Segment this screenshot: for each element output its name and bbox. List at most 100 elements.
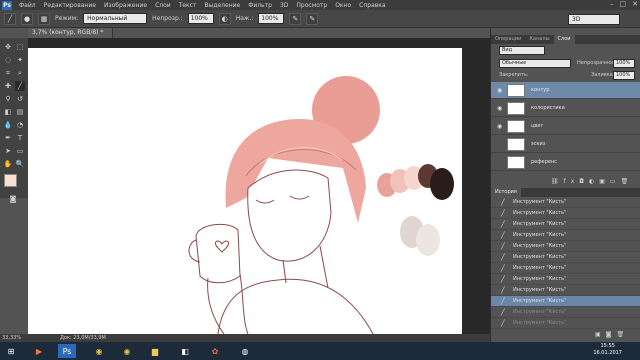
layers-footer-icons[interactable]: ⛓fx◘◐▣▭🗑 xyxy=(551,178,633,185)
eraser-tool-icon[interactable]: ◧ xyxy=(3,107,13,117)
layer-thumbnail xyxy=(507,156,525,169)
shape-tool-icon[interactable]: ▭ xyxy=(15,146,25,156)
history-item[interactable]: ╱ Инструмент "Кисть" xyxy=(491,296,640,307)
history-item[interactable]: ╱ Инструмент "Кисть" xyxy=(491,318,640,329)
layer-opacity-field[interactable]: 100% xyxy=(613,59,635,68)
brush-tool-preset-icon[interactable]: ╱ xyxy=(4,12,16,25)
layer-row[interactable]: референс xyxy=(491,154,640,171)
hand-tool-icon[interactable]: ✋ xyxy=(3,159,13,169)
history-item[interactable]: ╱ Инструмент "Кисть" xyxy=(491,307,640,318)
media-icon[interactable]: ◧ xyxy=(176,344,194,358)
start-button-icon[interactable]: ⊞ xyxy=(2,344,20,358)
tab-channels[interactable]: Каналы xyxy=(525,35,553,44)
gradient-tool-icon[interactable]: ▤ xyxy=(15,107,25,117)
history-brush-icon[interactable]: ↺ xyxy=(15,94,25,104)
workspace-select[interactable]: 3D xyxy=(568,14,620,25)
fill-field[interactable]: 100% xyxy=(613,71,635,80)
status-bar: 33,33% Док: 23,0М/33,9М xyxy=(0,334,490,342)
maximize-button[interactable]: □ xyxy=(620,0,627,8)
opacity-pressure-icon[interactable]: ◐ xyxy=(218,12,231,25)
layer-row[interactable]: ◉ цвет xyxy=(491,118,640,135)
chrome-icon[interactable]: ◉ xyxy=(118,344,136,358)
layer-row[interactable]: ◉ контур xyxy=(491,82,640,99)
pressure-field[interactable]: 100% xyxy=(258,13,285,24)
menu-bar: Ps Файл Редактирование Изображение Слои … xyxy=(0,0,640,10)
tab-operations[interactable]: Операции xyxy=(491,35,525,44)
menu-help[interactable]: Справка xyxy=(355,2,389,9)
clock[interactable]: 15:55 16.01.2017 xyxy=(593,343,622,357)
history-item[interactable]: ╱ Инструмент "Кисть" xyxy=(491,208,640,219)
move-tool-icon[interactable]: ✥ xyxy=(3,42,13,52)
type-tool-icon[interactable]: T xyxy=(15,133,25,143)
minimize-button[interactable]: – xyxy=(610,0,614,8)
tab-layers[interactable]: Слои xyxy=(553,35,575,44)
pen-tool-icon[interactable]: ✒ xyxy=(3,133,13,143)
menu-3d[interactable]: 3D xyxy=(276,2,292,9)
dodge-tool-icon[interactable]: ◔ xyxy=(15,120,25,130)
history-item-label: Инструмент "Кисть" xyxy=(513,309,567,315)
eye-icon[interactable]: ◉ xyxy=(497,87,502,94)
blur-tool-icon[interactable]: 💧 xyxy=(3,120,13,130)
history-item[interactable]: ╱ Инструмент "Кисть" xyxy=(491,285,640,296)
eyedropper-icon[interactable]: ⌕ xyxy=(15,68,25,78)
healing-brush-icon[interactable]: ✚ xyxy=(3,81,13,91)
stamp-tool-icon[interactable]: ⚲ xyxy=(3,94,13,104)
brush-icon: ╱ xyxy=(501,287,505,294)
history-item[interactable]: ╱ Инструмент "Кисть" xyxy=(491,197,640,208)
path-select-icon[interactable]: ➤ xyxy=(3,146,13,156)
obs-icon[interactable]: ◍ xyxy=(236,344,254,358)
eye-icon[interactable]: ◉ xyxy=(497,123,502,130)
history-footer-icons[interactable]: ▣◙🗑 xyxy=(595,331,629,338)
brush-size-icon[interactable]: ● xyxy=(21,12,33,25)
magic-wand-icon[interactable]: ✦ xyxy=(15,55,25,65)
airbrush-icon[interactable]: ✎ xyxy=(289,12,302,25)
quick-mask-icon[interactable]: ◙ xyxy=(8,194,18,204)
close-button[interactable]: ✕ xyxy=(632,0,638,8)
menu-window[interactable]: Окно xyxy=(331,2,355,9)
opacity-field[interactable]: 100% xyxy=(187,13,214,24)
history-item-label: Инструмент "Кисть" xyxy=(513,320,567,326)
canvas[interactable] xyxy=(28,48,462,334)
crop-tool-icon[interactable]: ⌗ xyxy=(3,68,13,78)
zoom-level[interactable]: 33,33% xyxy=(2,334,21,342)
menu-file[interactable]: Файл xyxy=(15,2,40,9)
blend-mode-select[interactable]: Обычные xyxy=(499,59,571,68)
menu-select[interactable]: Выделение xyxy=(200,2,244,9)
layer-row[interactable]: эскиз xyxy=(491,136,640,153)
brush-panel-icon[interactable]: ▦ xyxy=(38,12,50,25)
menu-layers[interactable]: Слои xyxy=(151,2,175,9)
menu-view[interactable]: Просмотр xyxy=(292,2,331,9)
brush-tool-icon[interactable]: ╱ xyxy=(15,81,25,91)
brush-icon: ╱ xyxy=(501,221,505,228)
history-item[interactable]: ╱ Инструмент "Кисть" xyxy=(491,230,640,241)
marquee-tool-icon[interactable]: ⬚ xyxy=(15,42,25,52)
size-pressure-icon[interactable]: ✎ xyxy=(306,12,319,25)
taskbar-app-icon[interactable]: ▶ xyxy=(30,344,48,358)
history-item[interactable]: ╱ Инструмент "Кисть" xyxy=(491,252,640,263)
paint-icon[interactable]: ✿ xyxy=(206,344,224,358)
menu-edit[interactable]: Редактирование xyxy=(40,2,100,9)
history-item[interactable]: ╱ Инструмент "Кисть" xyxy=(491,241,640,252)
eye-icon[interactable]: ◉ xyxy=(497,105,502,112)
layer-thumbnail xyxy=(507,84,525,97)
tab-history[interactable]: История xyxy=(491,188,521,197)
taskbar: ⊞ ▶ Ps ◉ ◉ ▆ ◧ ✿ ◍ 15:55 16.01.2017 xyxy=(0,342,640,360)
zoom-tool-icon[interactable]: 🔍 xyxy=(15,159,25,169)
chrome-icon[interactable]: ◉ xyxy=(90,344,108,358)
document-tab[interactable]: 3,7% (контур, RGB/8) * xyxy=(28,28,113,38)
foreground-color-swatch[interactable] xyxy=(4,174,17,187)
menu-text[interactable]: Текст xyxy=(175,2,201,9)
layer-kind-filter[interactable]: Вид xyxy=(499,46,545,55)
layer-row[interactable]: ◉ колористика xyxy=(491,100,640,117)
photoshop-taskbar-icon[interactable]: Ps xyxy=(58,344,76,358)
mode-select[interactable]: Нормальный xyxy=(83,13,148,24)
lasso-tool-icon[interactable]: ◌ xyxy=(3,55,13,65)
history-panel-tabs: История xyxy=(491,188,640,197)
folder-icon[interactable]: ▆ xyxy=(146,344,164,358)
history-item[interactable]: ╱ Инструмент "Кисть" xyxy=(491,274,640,285)
menu-filter[interactable]: Фильтр xyxy=(244,2,276,9)
history-item[interactable]: ╱ Инструмент "Кисть" xyxy=(491,219,640,230)
history-item[interactable]: ╱ Инструмент "Кисть" xyxy=(491,263,640,274)
menu-image[interactable]: Изображение xyxy=(100,2,151,9)
history-item-label: Инструмент "Кисть" xyxy=(513,210,567,216)
